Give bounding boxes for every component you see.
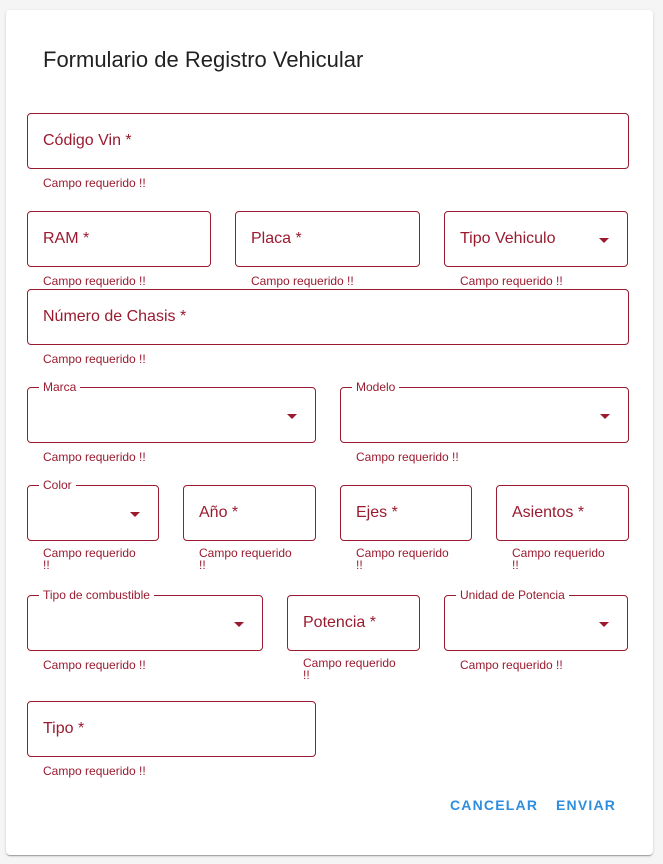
potencia-input[interactable]: Potencia * [287,595,420,651]
asientos-label: Asientos * [512,504,585,521]
form-title: Formulario de Registro Vehicular [43,47,364,72]
ram-label: RAM * [43,230,90,247]
anio-label: Año * [199,504,239,521]
ejes-label: Ejes * [356,504,398,521]
chevron-down-icon [599,622,609,627]
ram-error: Campo requerido !! [43,274,146,288]
color-label: Color [39,478,76,492]
vin-label: Código Vin * [43,132,132,149]
color-error-line1: Campo requerido [43,546,136,560]
cancel-button[interactable]: CANCELAR [450,797,538,813]
ram-input[interactable]: RAM * [27,211,211,267]
chasis-error: Campo requerido !! [43,352,146,366]
ejes-error: Campo requerido !! [356,547,449,571]
unidad-potencia-error: Campo requerido !! [460,658,563,672]
marca-error: Campo requerido !! [43,450,146,464]
anio-error-line2: !! [199,558,206,572]
combustible-select[interactable]: Tipo de combustible [27,588,263,651]
potencia-error-line2: !! [303,668,310,682]
chevron-down-icon [130,512,140,517]
marca-select[interactable]: Marca [27,380,316,443]
vin-error: Campo requerido !! [43,176,146,190]
chevron-down-icon [600,414,610,419]
chasis-input[interactable]: Número de Chasis * [27,289,629,345]
modelo-error: Campo requerido !! [356,450,459,464]
anio-error-line1: Campo requerido [199,546,292,560]
tipo-vehiculo-select[interactable]: Tipo Vehiculo [444,211,628,267]
modelo-label: Modelo [352,380,400,394]
chevron-down-icon [234,622,244,627]
asientos-error-line1: Campo requerido [512,546,605,560]
vin-input[interactable]: Código Vin * [27,113,629,169]
tipo-label: Tipo * [43,720,85,737]
ejes-error-line2: !! [356,558,363,572]
color-error-line2: !! [43,558,50,572]
modelo-select[interactable]: Modelo [340,380,629,443]
chevron-down-icon [599,238,609,243]
marca-label: Marca [39,380,81,394]
potencia-label: Potencia * [303,614,376,631]
chevron-down-icon [287,414,297,419]
combustible-label: Tipo de combustible [39,588,154,602]
unidad-potencia-label: Unidad de Potencia [456,588,569,602]
tipo-vehiculo-error: Campo requerido !! [460,274,563,288]
asientos-error-line2: !! [512,558,519,572]
asientos-error: Campo requerido !! [512,547,605,571]
asientos-input[interactable]: Asientos * [496,485,629,541]
tipo-input[interactable]: Tipo * [27,701,316,757]
combustible-error: Campo requerido !! [43,658,146,672]
placa-error: Campo requerido !! [251,274,354,288]
color-error: Campo requerido !! [43,547,136,571]
color-select[interactable]: Color [27,478,159,541]
anio-input[interactable]: Año * [183,485,316,541]
potencia-error-line1: Campo requerido [303,656,396,670]
submit-button[interactable]: ENVIAR [556,797,616,813]
anio-error: Campo requerido !! [199,547,292,571]
ejes-error-line1: Campo requerido [356,546,449,560]
placa-label: Placa * [251,230,302,247]
unidad-potencia-select[interactable]: Unidad de Potencia [444,588,628,651]
ejes-input[interactable]: Ejes * [340,485,472,541]
potencia-error: Campo requerido !! [303,657,396,681]
tipo-vehiculo-label: Tipo Vehiculo [460,230,556,247]
chasis-label: Número de Chasis * [43,308,187,325]
tipo-error: Campo requerido !! [43,764,146,778]
placa-input[interactable]: Placa * [235,211,420,267]
